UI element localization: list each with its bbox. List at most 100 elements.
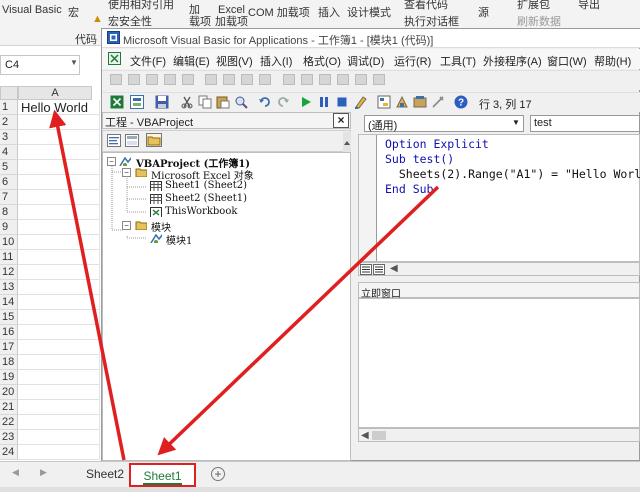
view-excel-icon[interactable] bbox=[110, 95, 124, 109]
edit-toolbar-icon[interactable] bbox=[337, 74, 349, 85]
excel-addins-button[interactable]: Excel 加载项 bbox=[215, 4, 248, 28]
grid-cell[interactable] bbox=[18, 370, 100, 385]
row-header[interactable]: 7 bbox=[0, 190, 18, 205]
edit-toolbar-icon[interactable] bbox=[283, 74, 295, 85]
edit-toolbar-icon[interactable] bbox=[223, 74, 235, 85]
collapse-project-toggle[interactable]: − bbox=[107, 157, 116, 166]
find-icon[interactable] bbox=[234, 95, 248, 109]
grid-cell[interactable] bbox=[18, 250, 100, 265]
undo-icon[interactable] bbox=[258, 95, 272, 109]
tree-sheet2[interactable]: Sheet2 (Sheet1) bbox=[165, 193, 247, 204]
scroll-thumb[interactable] bbox=[372, 431, 386, 440]
edit-toolbar-icon[interactable] bbox=[146, 74, 158, 85]
chevron-down-icon[interactable]: ▼ bbox=[512, 118, 520, 127]
grid-cell[interactable] bbox=[18, 190, 100, 205]
select-all-corner[interactable] bbox=[0, 86, 18, 100]
menu-window[interactable]: 窗口(W) bbox=[547, 53, 587, 69]
code-line[interactable]: End Sub bbox=[385, 182, 433, 196]
row-header[interactable]: 3 bbox=[0, 130, 18, 145]
grid-cell[interactable] bbox=[18, 205, 100, 220]
grid-cell[interactable] bbox=[18, 220, 100, 235]
row-header[interactable]: 16 bbox=[0, 325, 18, 340]
menu-addins[interactable]: 外接程序(A) bbox=[483, 53, 542, 69]
cell-a1[interactable]: Hello World bbox=[21, 100, 88, 115]
procedure-dropdown[interactable]: test bbox=[530, 115, 640, 132]
menu-debug[interactable]: 调试(D) bbox=[347, 53, 384, 69]
macro-security-button[interactable]: 宏安全性 bbox=[108, 13, 152, 29]
tree-module1[interactable]: 模块1 bbox=[166, 232, 193, 247]
chevron-down-icon[interactable]: ▼ bbox=[70, 58, 78, 67]
grid-cell[interactable] bbox=[18, 145, 100, 160]
tree-thisworkbook[interactable]: ThisWorkbook bbox=[165, 206, 237, 217]
scroll-up-icon[interactable] bbox=[343, 132, 351, 152]
row-header[interactable]: 17 bbox=[0, 340, 18, 355]
code-line[interactable]: Sheets(2).Range("A1") = "Hello World" bbox=[385, 167, 640, 181]
row-header[interactable]: 13 bbox=[0, 280, 18, 295]
toolbox-icon[interactable] bbox=[431, 95, 445, 109]
visual-basic-button[interactable]: Visual Basic bbox=[2, 4, 62, 16]
menu-view[interactable]: 视图(V) bbox=[216, 53, 253, 69]
view-object-icon[interactable] bbox=[125, 134, 139, 147]
collapse-modules-toggle[interactable]: − bbox=[122, 221, 131, 230]
edit-toolbar-icon[interactable] bbox=[373, 74, 385, 85]
insert-control-button[interactable]: 插入 bbox=[318, 4, 340, 20]
object-browser-icon[interactable] bbox=[413, 95, 427, 109]
collapse-excel-objects-toggle[interactable]: − bbox=[122, 168, 131, 177]
help-icon[interactable]: ? bbox=[454, 95, 468, 109]
immediate-horizontal-scrollbar[interactable] bbox=[358, 428, 640, 442]
code-horizontal-scrollbar[interactable] bbox=[358, 262, 640, 276]
row-header[interactable]: 15 bbox=[0, 310, 18, 325]
row-header[interactable]: 5 bbox=[0, 160, 18, 175]
row-header[interactable]: 10 bbox=[0, 235, 18, 250]
code-line[interactable]: Sub test() bbox=[385, 152, 454, 166]
copy-icon[interactable] bbox=[198, 95, 212, 109]
menu-tools[interactable]: 工具(T) bbox=[440, 53, 476, 69]
view-code-icon[interactable] bbox=[107, 134, 121, 147]
row-header[interactable]: 20 bbox=[0, 385, 18, 400]
menu-edit[interactable]: 编辑(E) bbox=[173, 53, 210, 69]
menu-file[interactable]: 文件(F) bbox=[130, 53, 166, 69]
tab-scroll-left-icon[interactable]: ◀ bbox=[12, 467, 19, 478]
tree-sheet1[interactable]: Sheet1 (Sheet2) bbox=[165, 180, 247, 191]
save-icon[interactable] bbox=[155, 95, 169, 109]
tab-scroll-right-icon[interactable]: ▶ bbox=[40, 467, 47, 478]
paste-icon[interactable] bbox=[216, 95, 230, 109]
grid-cell[interactable] bbox=[18, 385, 100, 400]
grid-cell[interactable] bbox=[18, 310, 100, 325]
properties-window-icon[interactable] bbox=[395, 95, 409, 109]
grid-cell[interactable] bbox=[18, 235, 100, 250]
column-header-a[interactable]: A bbox=[18, 86, 92, 100]
row-header[interactable]: 1 bbox=[0, 100, 18, 115]
grid-cell[interactable] bbox=[18, 430, 100, 445]
edit-toolbar-icon[interactable] bbox=[355, 74, 367, 85]
scroll-left-icon[interactable]: ◀ bbox=[361, 430, 369, 441]
design-mode-button[interactable]: 设计模式 bbox=[347, 4, 391, 20]
cut-icon[interactable] bbox=[180, 95, 194, 109]
object-dropdown[interactable]: (通用) bbox=[364, 115, 524, 132]
view-code-button[interactable]: 查看代码 bbox=[404, 0, 448, 12]
add-sheet-button[interactable]: + bbox=[211, 467, 225, 481]
row-header[interactable]: 14 bbox=[0, 295, 18, 310]
edit-toolbar-icon[interactable] bbox=[164, 74, 176, 85]
code-margin[interactable] bbox=[359, 135, 377, 261]
row-header[interactable]: 18 bbox=[0, 355, 18, 370]
macro-button[interactable]: 宏 bbox=[68, 4, 79, 20]
export-button[interactable]: 导出 bbox=[578, 0, 600, 12]
addins-button[interactable]: 加 载项 bbox=[189, 4, 211, 28]
row-header[interactable]: 6 bbox=[0, 175, 18, 190]
run-icon[interactable] bbox=[300, 96, 312, 108]
menu-format[interactable]: 格式(O) bbox=[303, 53, 341, 69]
com-addins-button[interactable]: COM 加载项 bbox=[248, 4, 310, 20]
tab-sheet2[interactable]: Sheet2 bbox=[78, 463, 132, 485]
refresh-data-button[interactable]: 刷新数据 bbox=[517, 13, 561, 29]
project-explorer-icon[interactable] bbox=[377, 95, 391, 109]
menu-insert[interactable]: 插入(I) bbox=[260, 53, 292, 69]
pause-icon[interactable] bbox=[318, 96, 330, 108]
row-header[interactable]: 24 bbox=[0, 445, 18, 460]
row-header[interactable]: 4 bbox=[0, 145, 18, 160]
edit-toolbar-icon[interactable] bbox=[182, 74, 194, 85]
row-header[interactable]: 22 bbox=[0, 415, 18, 430]
design-mode-icon[interactable] bbox=[354, 95, 368, 109]
grid-cell[interactable] bbox=[18, 400, 100, 415]
grid-cell[interactable] bbox=[18, 415, 100, 430]
